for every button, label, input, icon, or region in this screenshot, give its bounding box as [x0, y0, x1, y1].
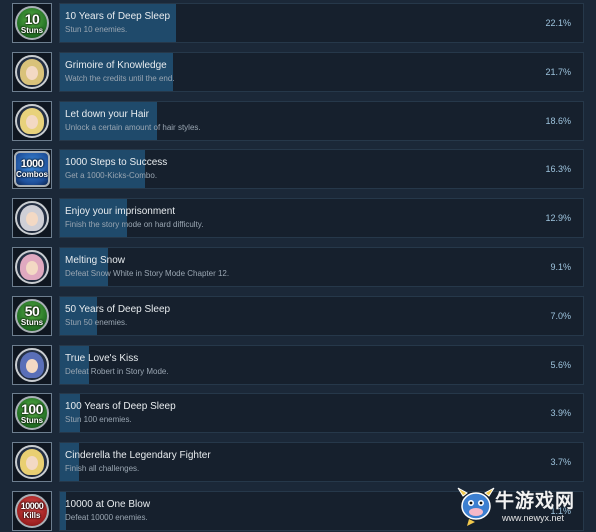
combos-1000-icon: 1000 Combos: [14, 151, 50, 188]
badge-number: 50: [24, 303, 40, 320]
stuns-10-icon: 10 Stuns: [15, 6, 49, 40]
badge-number: 1000: [20, 158, 44, 171]
achievement-percent-fill: [60, 4, 176, 42]
achievement-row[interactable]: Enjoy your imprisonment Finish the story …: [0, 195, 596, 239]
achievement-description: Defeat Robert in Story Mode.: [65, 366, 169, 376]
achievement-description: Get a 1000-Kicks-Combo.: [65, 171, 158, 181]
achievement-title: 100 Years of Deep Sleep: [65, 401, 176, 413]
achievement-percent: 21.7%: [545, 66, 571, 77]
achievement-row[interactable]: Let down your Hair Unlock a certain amoun…: [0, 98, 596, 142]
achievement-title: True Love's Kiss: [65, 352, 139, 364]
achievement-icon-frame: 10000 Kills: [12, 491, 52, 531]
achievement-description: Watch the credits until the end.: [65, 73, 175, 83]
rapunzel-portrait-icon: [15, 103, 49, 138]
achievement-description: Defeat Snow White in Story Mode Chapter …: [65, 269, 230, 278]
achievement-progress-box: Grimoire of Knowledge Watch the credits u…: [59, 51, 584, 92]
achievement-progress-box: Melting Snow Defeat Snow White in Story M…: [59, 247, 584, 287]
achievement-percent: 7.0%: [550, 310, 571, 321]
achievement-description: Stun 50 enemies.: [65, 317, 128, 327]
achievement-percent-fill: [60, 52, 173, 91]
achievement-icon-frame: 1000 Combos: [12, 149, 52, 190]
achievement-progress-box: Enjoy your imprisonment Finish the story …: [59, 198, 584, 239]
achievement-row[interactable]: Grimoire of Knowledge Watch the credits u…: [0, 49, 596, 93]
site-watermark: 牛游戏网 www.newyx.net: [455, 482, 596, 530]
badge-number: 10: [24, 10, 40, 27]
achievement-percent: 16.3%: [545, 164, 571, 175]
cow-mascot-logo-icon: [457, 487, 495, 526]
achievement-row[interactable]: 100 Stuns 100 Years of Deep Sleep Stun 100 …: [0, 390, 596, 434]
achievement-progress-box: 1000 Steps to Success Get a 1000-Kicks-Co…: [59, 149, 584, 190]
badge-word: Stuns: [20, 415, 44, 425]
badge-number: 100: [21, 400, 43, 417]
achievement-icon-frame: [12, 344, 52, 385]
achievement-percent: 5.6%: [550, 359, 571, 370]
badge-word: Kills: [23, 511, 41, 520]
achievement-percent: 12.9%: [545, 213, 571, 224]
achievement-progress-box: 10 Years of Deep Sleep Stun 10 enemies. 22…: [59, 3, 584, 43]
achievement-title: 10000 at One Blow: [65, 499, 151, 510]
achievement-progress-box: Let down your Hair Unlock a certain amoun…: [59, 100, 584, 141]
achievement-progress-box: 100 Years of Deep Sleep Stun 100 enemies.…: [59, 393, 584, 434]
achievement-percent: 3.9%: [550, 408, 571, 419]
achievement-title: Grimoire of Knowledge: [65, 59, 167, 71]
achievement-icon-frame: 50 Stuns: [12, 295, 52, 336]
achievement-percent-fill: [60, 248, 108, 286]
badge-number: 10000: [20, 501, 44, 511]
achievement-row[interactable]: 1000 Combos 1000 Steps to Success Get a 100…: [0, 146, 596, 190]
achievement-description: Unlock a certain amount of hair styles.: [65, 122, 201, 132]
badge-word: Combos: [16, 170, 48, 180]
stuns-50-icon: 50 Stuns: [15, 298, 49, 333]
achievement-icon-frame: [12, 100, 52, 141]
achievement-progress-box: 50 Years of Deep Sleep Stun 50 enemies. 7.…: [59, 295, 584, 336]
achievement-description: Stun 10 enemies.: [65, 25, 128, 34]
achievement-title: 1000 Steps to Success: [65, 157, 168, 169]
robert-portrait-icon: [15, 347, 49, 382]
achievement-percent-fill: [60, 443, 79, 482]
achievement-percent-fill: [60, 394, 80, 433]
achievement-percent-fill: [60, 101, 157, 140]
cinderella-portrait-icon: [15, 445, 49, 480]
achievement-icon-frame: 100 Stuns: [12, 393, 52, 434]
stuns-100-icon: 100 Stuns: [15, 396, 49, 431]
achievement-percent-fill: [60, 296, 97, 335]
achievement-percent: 22.1%: [545, 18, 571, 28]
achievement-description: Stun 100 enemies.: [65, 415, 132, 425]
achievement-percent-fill: [60, 492, 66, 530]
achievement-title: Cinderella the Legendary Fighter: [65, 450, 211, 462]
grimoire-portrait-icon: [15, 54, 49, 89]
achievement-percent-fill: [60, 345, 89, 384]
achievement-icon-frame: 10 Stuns: [12, 3, 52, 43]
achievement-description: Finish all challenges.: [65, 464, 140, 474]
achievement-progress-box: True Love's Kiss Defeat Robert in Story M…: [59, 344, 584, 385]
snow-white-portrait-icon: [15, 250, 49, 284]
achievement-icon-frame: [12, 247, 52, 287]
watermark-url: www.newyx.net: [502, 513, 565, 523]
achievement-title: Let down your Hair: [65, 108, 149, 120]
achievement-description: Defeat 10000 enemies.: [65, 513, 148, 522]
achievement-title: 10 Years of Deep Sleep: [65, 11, 171, 22]
achievement-title: Enjoy your imprisonment: [65, 206, 176, 218]
achievement-percent-fill: [60, 199, 127, 238]
achievement-row[interactable]: 10 Stuns 10 Years of Deep Sleep Stun 10 ene…: [0, 0, 596, 44]
achievement-icon-frame: [12, 198, 52, 239]
achievement-row[interactable]: Cinderella the Legendary Fighter Finish a…: [0, 439, 596, 483]
prisoner-portrait-icon: [15, 201, 49, 236]
achievement-percent: 9.1%: [550, 262, 571, 272]
kills-10000-icon: 10000 Kills: [15, 494, 49, 528]
achievement-title: 50 Years of Deep Sleep: [65, 303, 171, 315]
achievement-title: Melting Snow: [65, 255, 126, 266]
achievement-row[interactable]: Melting Snow Defeat Snow White in Story M…: [0, 244, 596, 288]
badge-word: Stuns: [20, 25, 44, 35]
achievement-icon-frame: [12, 51, 52, 92]
achievement-row[interactable]: True Love's Kiss Defeat Robert in Story M…: [0, 342, 596, 386]
watermark-title: 牛游戏网: [495, 491, 576, 512]
achievement-percent-fill: [60, 150, 145, 189]
achievement-icon-frame: [12, 442, 52, 483]
achievement-percent: 3.7%: [550, 457, 571, 468]
achievement-percent: 18.6%: [545, 115, 571, 126]
achievement-progress-box: Cinderella the Legendary Fighter Finish a…: [59, 442, 584, 483]
achievement-description: Finish the story mode on hard difficulty…: [65, 220, 204, 230]
achievement-row[interactable]: 50 Stuns 50 Years of Deep Sleep Stun 50 ene…: [0, 293, 596, 337]
badge-word: Stuns: [20, 318, 44, 328]
